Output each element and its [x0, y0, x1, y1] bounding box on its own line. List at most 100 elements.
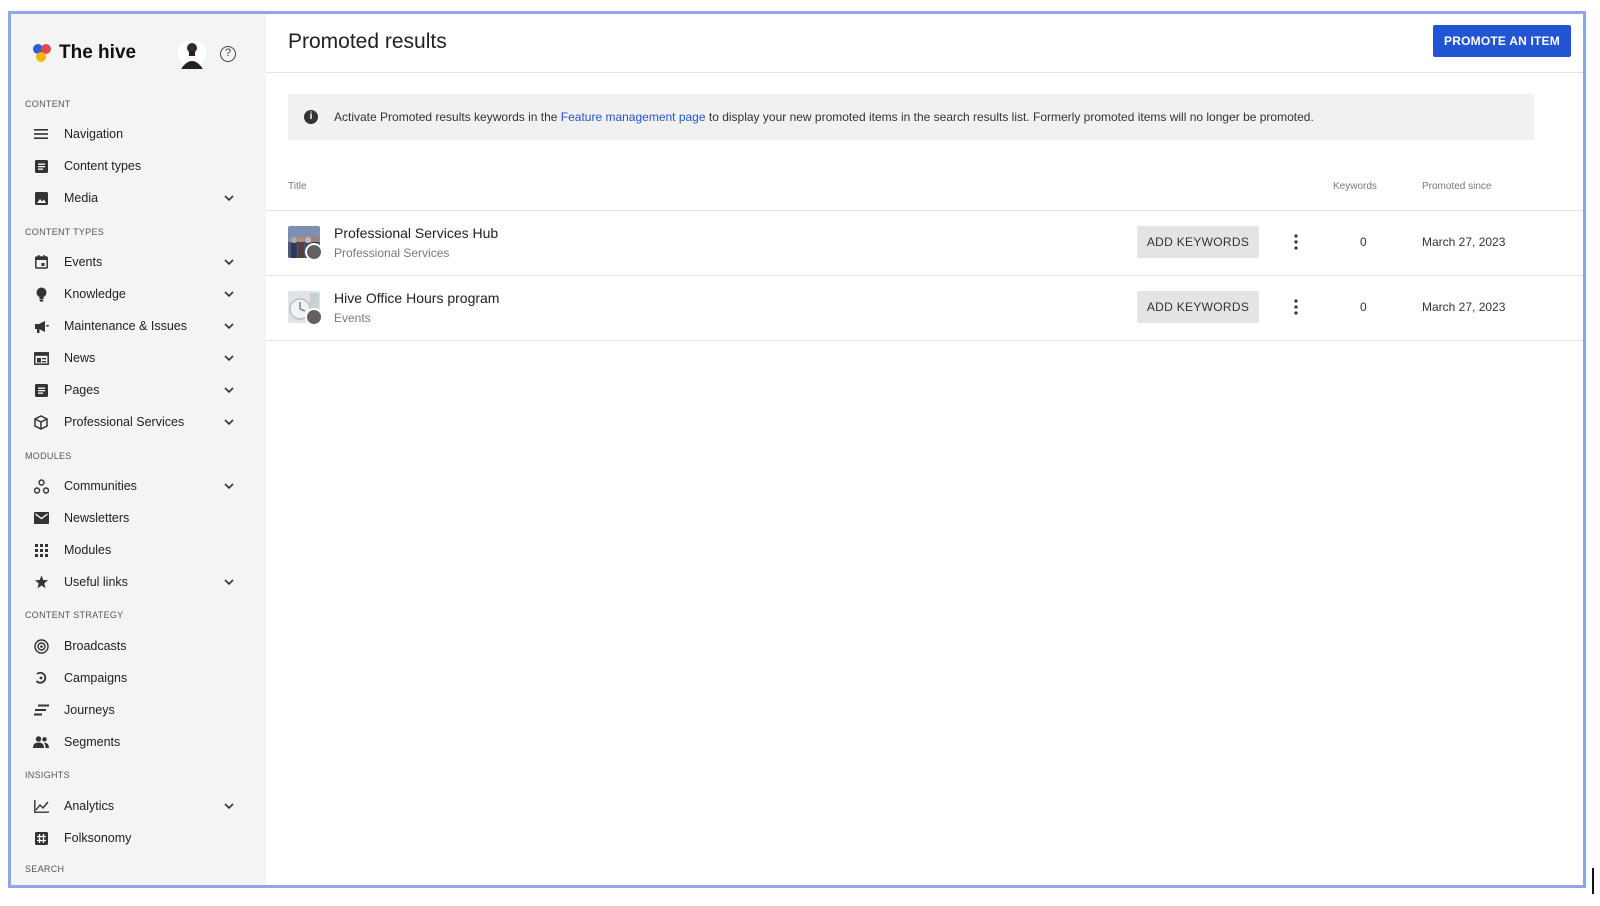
chevron-down-icon[interactable]: [223, 480, 235, 492]
keywords-count: 0: [1360, 300, 1367, 314]
page-title: Promoted results: [288, 30, 447, 53]
chevron-down-icon[interactable]: [223, 576, 235, 588]
sidebar-item-maintenance[interactable]: Maintenance & Issues: [11, 311, 266, 341]
sidebar-item-label: Journeys: [64, 703, 115, 717]
sidebar-item-label: Folksonomy: [64, 831, 132, 845]
sidebar-item-label: Modules: [64, 543, 112, 557]
sidebar-item-pages[interactable]: Pages: [11, 375, 266, 405]
sidebar-item-label: Segments: [64, 735, 121, 749]
banner-text-before: Activate Promoted results keywords in th…: [334, 110, 561, 124]
info-icon: i: [304, 110, 318, 124]
sidebar-item-label: Broadcasts: [64, 639, 127, 653]
people-icon: [33, 734, 49, 750]
page-header: Promoted results PROMOTE AN ITEM: [266, 14, 1583, 73]
envelope-icon: [33, 510, 49, 526]
sidebar: The hive ? CONTENT Navigation Content ty…: [11, 14, 266, 885]
sidebar-item-campaigns[interactable]: Campaigns: [11, 663, 266, 693]
section-content-strategy: CONTENT STRATEGY: [25, 610, 124, 620]
sidebar-item-analytics[interactable]: Analytics: [11, 791, 266, 821]
banner-text: Activate Promoted results keywords in th…: [334, 110, 1314, 124]
lightbulb-icon: [33, 286, 49, 302]
sidebar-item-folksonomy[interactable]: Folksonomy: [11, 823, 266, 853]
sidebar-item-label: News: [64, 351, 96, 365]
sidebar-item-label: Useful links: [64, 575, 128, 589]
add-keywords-button[interactable]: ADD KEYWORDS: [1137, 291, 1259, 323]
journey-icon: [33, 702, 49, 718]
avatar[interactable]: [177, 37, 207, 71]
banner-text-after: to display your new promoted items in th…: [705, 110, 1314, 124]
sidebar-item-useful-links[interactable]: Useful links: [11, 567, 266, 597]
image-icon: [33, 190, 49, 206]
sidebar-item-content-types[interactable]: Content types: [11, 151, 266, 181]
sidebar-item-newsletters[interactable]: Newsletters: [11, 503, 266, 533]
sidebar-item-communities[interactable]: Communities: [11, 471, 266, 501]
sidebar-item-label: Professional Services: [64, 415, 185, 429]
keywords-count: 0: [1360, 235, 1367, 249]
feature-management-link[interactable]: Feature management page: [561, 110, 706, 124]
column-header-keywords[interactable]: Keywords: [1333, 181, 1377, 192]
row-content-type: Professional Services: [334, 246, 450, 260]
sidebar-item-label: Analytics: [64, 799, 115, 813]
sidebar-item-label: Navigation: [64, 127, 124, 141]
row-title[interactable]: Hive Office Hours program: [334, 290, 499, 306]
sidebar-item-modules[interactable]: Modules: [11, 535, 266, 565]
row-content-type: Events: [334, 311, 371, 325]
chevron-down-icon[interactable]: [223, 256, 235, 268]
content-type-badge-icon: [305, 243, 323, 261]
chevron-down-icon[interactable]: [223, 288, 235, 300]
promote-item-button[interactable]: PROMOTE AN ITEM: [1433, 25, 1571, 57]
sidebar-item-label: Newsletters: [64, 511, 130, 525]
sidebar-item-events[interactable]: Events: [11, 247, 266, 277]
more-options-icon[interactable]: [1288, 233, 1304, 251]
section-content-types: CONTENT TYPES: [25, 227, 105, 237]
section-content: CONTENT: [25, 99, 71, 109]
calendar-icon: [33, 254, 49, 270]
sidebar-item-label: Communities: [64, 479, 137, 493]
chevron-down-icon[interactable]: [223, 320, 235, 332]
page-icon: [33, 382, 49, 398]
sidebar-item-label: Events: [64, 255, 103, 269]
app-window: The hive ? CONTENT Navigation Content ty…: [8, 11, 1586, 888]
section-modules: MODULES: [25, 451, 72, 461]
sidebar-item-segments[interactable]: Segments: [11, 727, 266, 757]
sidebar-item-journeys[interactable]: Journeys: [11, 695, 266, 725]
promoted-since-date: March 27, 2023: [1422, 235, 1506, 249]
text-cursor: [1592, 868, 1594, 894]
chevron-down-icon[interactable]: [223, 416, 235, 428]
content-type-badge-icon: [305, 308, 323, 326]
sidebar-item-label: Maintenance & Issues: [64, 319, 187, 333]
chevron-down-icon[interactable]: [223, 192, 235, 204]
chevron-down-icon[interactable]: [223, 352, 235, 364]
sidebar-item-broadcasts[interactable]: Broadcasts: [11, 631, 266, 661]
sidebar-item-label: Media: [64, 191, 99, 205]
column-header-promoted-since[interactable]: Promoted since: [1422, 181, 1491, 192]
table-row[interactable]: Professional Services Hub Professional S…: [266, 211, 1583, 276]
sidebar-item-news[interactable]: News: [11, 343, 266, 373]
sidebar-item-professional-services[interactable]: Professional Services: [11, 407, 266, 437]
info-banner: i Activate Promoted results keywords in …: [288, 94, 1534, 140]
brand-name: The hive: [59, 42, 137, 63]
help-icon[interactable]: ?: [220, 46, 236, 62]
cube-icon: [33, 414, 49, 430]
menu-icon: [33, 126, 49, 142]
column-header-title[interactable]: Title: [288, 181, 307, 192]
sidebar-item-knowledge[interactable]: Knowledge: [11, 279, 266, 309]
chart-icon: [33, 798, 49, 814]
sidebar-item-label: Knowledge: [64, 287, 126, 301]
chevron-down-icon[interactable]: [223, 384, 235, 396]
row-title[interactable]: Professional Services Hub: [334, 225, 498, 241]
sidebar-item-media[interactable]: Media: [11, 183, 266, 213]
star-icon: [33, 574, 49, 590]
more-options-icon[interactable]: [1288, 298, 1304, 316]
promoted-since-date: March 27, 2023: [1422, 300, 1506, 314]
chevron-down-icon[interactable]: [223, 800, 235, 812]
sidebar-item-label: Campaigns: [64, 671, 128, 685]
section-insights: INSIGHTS: [25, 770, 70, 780]
campaign-icon: [33, 670, 49, 686]
megaphone-icon: [33, 318, 49, 334]
sidebar-item-navigation[interactable]: Navigation: [11, 119, 266, 149]
brand[interactable]: The hive: [31, 38, 136, 68]
table-row[interactable]: Hive Office Hours program Events ADD KEY…: [266, 276, 1583, 341]
broadcast-icon: [33, 638, 49, 654]
add-keywords-button[interactable]: ADD KEYWORDS: [1137, 226, 1259, 258]
